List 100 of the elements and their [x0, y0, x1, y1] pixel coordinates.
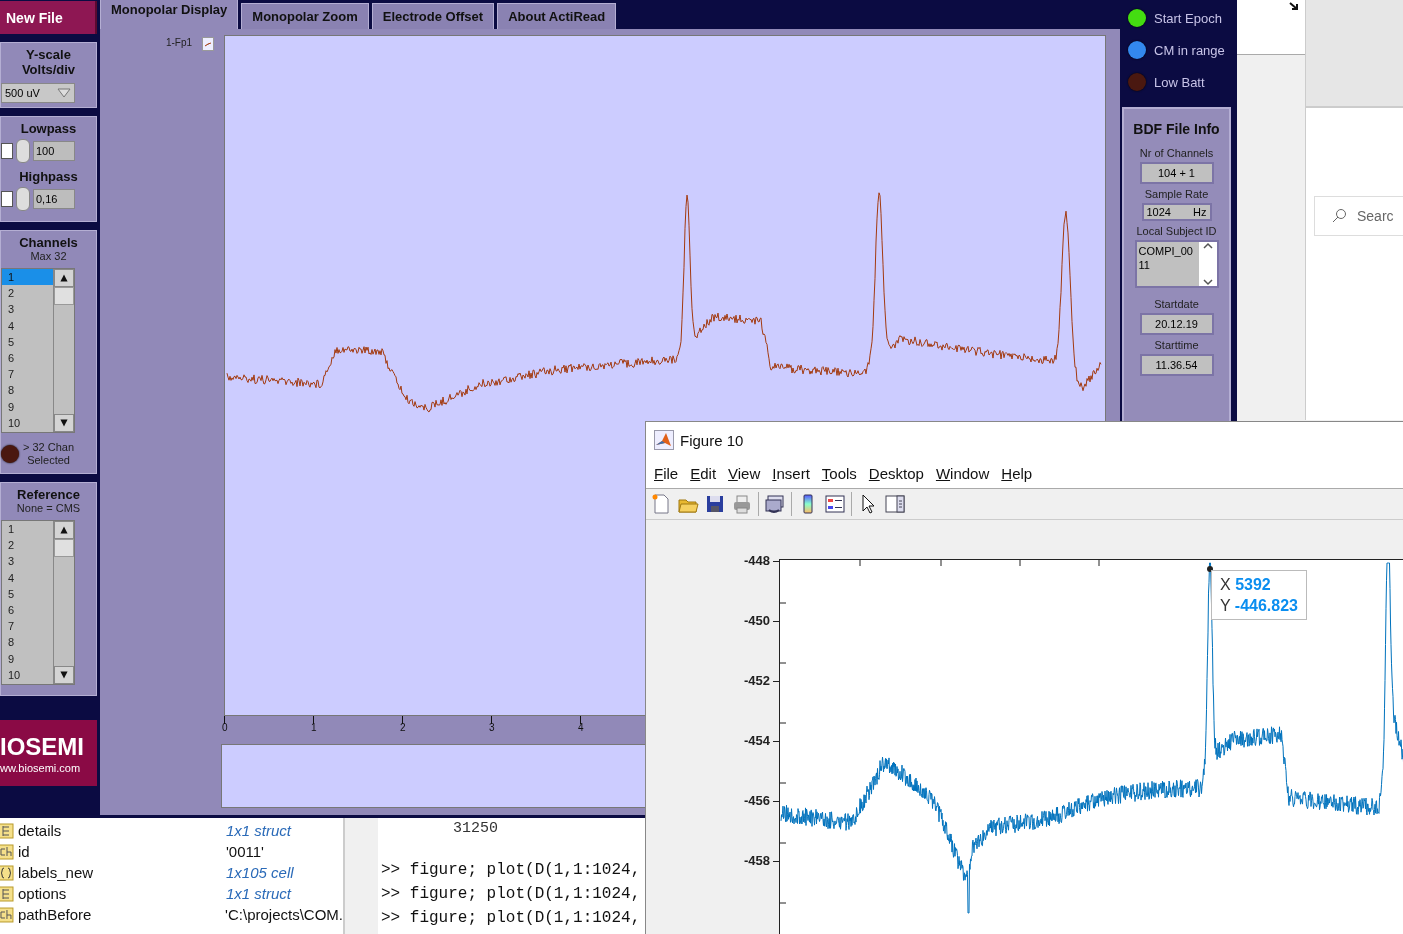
variable-name[interactable]: id	[14, 843, 226, 860]
list-item[interactable]: 4	[2, 317, 53, 334]
filter-label: Highpass	[19, 169, 78, 184]
window-title: Figure 10	[680, 431, 744, 449]
variable-name[interactable]: pathBefore	[13, 906, 226, 923]
command-line: >> figure; plot(D(1,1:1024,	[381, 884, 641, 905]
scroll-thumb[interactable]	[54, 287, 74, 305]
scrollbar[interactable]	[53, 269, 74, 432]
axis-tick-label: -458	[743, 854, 770, 868]
scrollbar[interactable]	[53, 521, 74, 684]
list-item[interactable]: 1	[2, 269, 53, 286]
command-line: >> figure; plot(D(1,1:1024,	[381, 860, 641, 881]
list-item[interactable]: 9	[2, 650, 53, 667]
group-title: Volts/div	[21, 62, 76, 77]
group-title: Y-scale	[26, 47, 71, 62]
filter-value-field[interactable]: 100	[33, 141, 75, 161]
tab[interactable]: About ActiRead	[497, 3, 617, 29]
struct-icon	[0, 822, 14, 839]
scroll-up-icon[interactable]	[1202, 242, 1213, 250]
command-line: >> figure; plot(D(1,1:1024,	[381, 908, 641, 929]
field-label: Local Subject ID	[1136, 225, 1217, 237]
field-label: Nr of Channels	[1139, 147, 1214, 159]
tab[interactable]: Monopolar Display	[100, 0, 239, 29]
linked-windows-icon[interactable]	[764, 493, 786, 515]
panel-icon[interactable]	[884, 493, 906, 515]
list-item[interactable]: 1	[2, 521, 53, 538]
list-item[interactable]: 3	[2, 553, 53, 570]
list-item[interactable]: 5	[2, 333, 53, 350]
axis-tick-label: -454	[743, 734, 770, 748]
menu-item[interactable]: Desktop	[862, 464, 930, 482]
warning-label: > 32 Chan Selected	[23, 441, 75, 467]
logo-text: IOSEMI	[0, 732, 85, 762]
datatip-marker[interactable]	[1207, 566, 1213, 572]
yscale-dropdown[interactable]: 500 uV	[1, 83, 75, 103]
scroll-up-icon[interactable]	[54, 521, 74, 539]
scroll-down-icon[interactable]	[1202, 278, 1213, 286]
list-item[interactable]: 7	[2, 618, 53, 635]
menu-item[interactable]: Help	[995, 464, 1039, 482]
list-item[interactable]: 6	[2, 601, 53, 619]
list-item[interactable]: 5	[2, 585, 53, 602]
list-item[interactable]: 6	[2, 349, 53, 367]
menu-item[interactable]: Window	[929, 464, 996, 482]
legend-icon[interactable]	[824, 493, 846, 515]
group-title: Reference	[17, 487, 80, 502]
list-item[interactable]: 8	[2, 634, 53, 651]
char-icon	[0, 906, 14, 923]
filter-checkbox[interactable]	[1, 191, 13, 207]
axis-tick-label: -452	[743, 674, 770, 688]
list-item[interactable]: 8	[2, 382, 53, 399]
tab[interactable]: Electrode Offset	[371, 3, 495, 29]
variable-value: 'C:\projects\COM.	[225, 906, 343, 923]
tab[interactable]: Monopolar Zoom	[241, 3, 369, 29]
list-item[interactable]: 10	[2, 414, 53, 431]
command-output: 31250	[453, 821, 499, 836]
list-item[interactable]: 3	[2, 301, 53, 318]
field-label: Starttime	[1154, 339, 1199, 351]
list-item[interactable]: 9	[2, 398, 53, 415]
channel-list[interactable]: 1 2 3 4 5 6 7 8 9 10	[1, 268, 75, 433]
trace-color-icon[interactable]	[202, 37, 214, 51]
scroll-up-icon[interactable]	[54, 269, 74, 287]
filter-checkbox[interactable]	[1, 143, 13, 159]
indicator-label: CM in range	[1154, 42, 1225, 58]
field-label: Sample Rate	[1144, 188, 1209, 200]
menu-item[interactable]: Tools	[815, 464, 863, 482]
search-field[interactable]: Searc	[1314, 196, 1403, 236]
struct-icon	[0, 885, 14, 902]
start-date-value: 20.12.19	[1139, 313, 1214, 335]
menu-item[interactable]: File	[648, 464, 685, 482]
group-subtitle: Max 32	[30, 250, 67, 262]
menu-item[interactable]: View	[722, 464, 767, 482]
filter-value-field[interactable]: 0,16	[33, 189, 75, 209]
printer-icon[interactable]	[731, 493, 753, 515]
subject-id-field[interactable]: COMPI_0011	[1134, 240, 1219, 288]
start-time-value: 11.36.54	[1139, 354, 1214, 376]
logo-url: ww.biosemi.com	[0, 762, 82, 774]
variable-name[interactable]: details	[14, 822, 226, 839]
scroll-down-icon[interactable]	[54, 414, 74, 432]
scroll-thumb[interactable]	[54, 539, 74, 557]
axis-tick-label: -456	[743, 794, 770, 808]
list-item[interactable]: 10	[2, 666, 53, 683]
list-item[interactable]: 2	[2, 537, 53, 554]
resize-arrow-icon[interactable]	[1289, 2, 1300, 11]
group-title: Channels	[19, 235, 78, 250]
variable-value: 1x1 struct	[226, 822, 292, 839]
group-subtitle: None = CMS	[16, 502, 81, 514]
indicator-light	[1, 445, 19, 463]
axis-tick-label: -448	[743, 554, 770, 568]
new-file-button[interactable]: New File	[0, 1, 97, 34]
channel-list[interactable]: 1 2 3 4 5 6 7 8 9 10	[1, 520, 75, 685]
menu-item[interactable]: Edit	[684, 464, 723, 482]
save-icon[interactable]	[704, 493, 726, 515]
list-item[interactable]: 2	[2, 285, 53, 302]
variable-value: 1x1 struct	[226, 885, 292, 902]
datatip[interactable]: X 5392 Y -446.823	[1211, 570, 1307, 620]
list-item[interactable]: 7	[2, 366, 53, 383]
menu-item[interactable]: Insert	[766, 464, 816, 482]
variable-name[interactable]: options	[14, 885, 226, 902]
scroll-down-icon[interactable]	[54, 666, 74, 684]
variable-name[interactable]: labels_new	[14, 864, 226, 881]
list-item[interactable]: 4	[2, 569, 53, 586]
